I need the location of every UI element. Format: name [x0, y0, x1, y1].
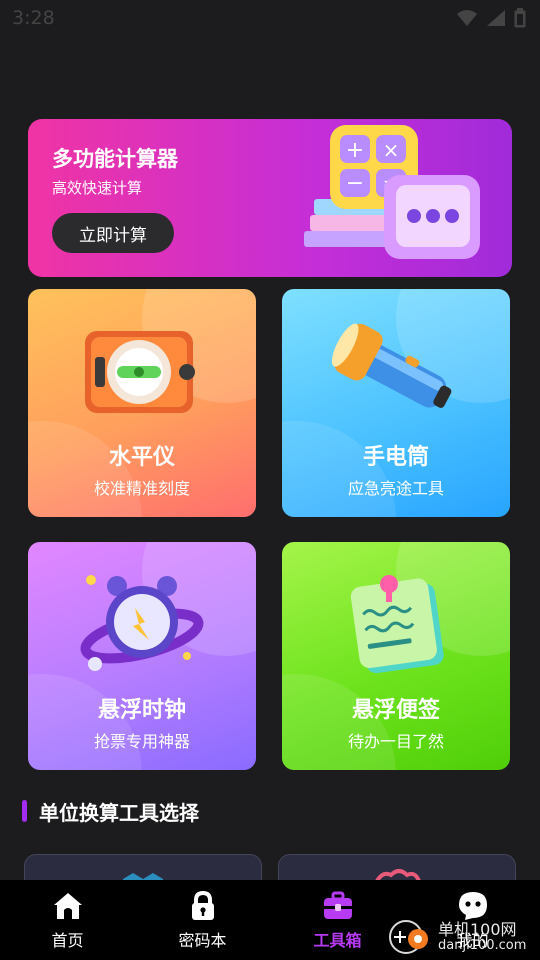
- tool-card-floating-clock[interactable]: 悬浮时钟 抢票专用神器: [28, 542, 256, 770]
- banner-subtitle: 高效快速计算: [52, 179, 143, 197]
- status-bar: 3:28: [0, 0, 540, 36]
- tool-title: 悬浮便签: [351, 698, 440, 723]
- lock-icon: [191, 890, 214, 920]
- wifi-icon: [457, 10, 477, 26]
- status-icons: [456, 8, 526, 28]
- battery-icon: [514, 8, 526, 28]
- tool-subtitle: 应急亮途工具: [347, 479, 444, 498]
- section-accent-bar: [22, 800, 27, 822]
- toolbox-screen: 3:28 多功能计算器 高效快速计算 立即计算 + × − 水平仪 校准精准刻度…: [0, 0, 540, 960]
- svg-text:+: +: [346, 138, 364, 163]
- sticky-note-illustration: [350, 575, 444, 674]
- tool-title: 悬浮时钟: [97, 698, 186, 723]
- banner-title: 多功能计算器: [52, 147, 178, 171]
- tool-title: 水平仪: [108, 445, 175, 470]
- level-gauge-illustration: [85, 331, 195, 413]
- tool-subtitle: 抢票专用神器: [93, 732, 190, 751]
- tool-card-floating-note[interactable]: 悬浮便签 待办一目了然: [282, 542, 510, 770]
- signal-icon: [487, 10, 505, 26]
- calculate-now-button[interactable]: 立即计算: [52, 213, 174, 253]
- nav-label: 首页: [51, 930, 84, 950]
- tool-subtitle: 待办一目了然: [347, 732, 444, 751]
- tool-title: 手电筒: [362, 445, 429, 470]
- watermark-logo-icon: [389, 920, 428, 954]
- nav-item-toolbox[interactable]: 工具箱: [270, 880, 405, 960]
- calculator-banner[interactable]: 多功能计算器 高效快速计算 立即计算 + × − =: [28, 119, 512, 277]
- home-icon: [53, 892, 82, 919]
- section-title: 单位换算工具选择: [39, 800, 199, 825]
- nav-label: 工具箱: [313, 930, 362, 950]
- svg-text:×: ×: [383, 138, 400, 162]
- tool-card-level[interactable]: 水平仪 校准精准刻度: [28, 289, 256, 517]
- nav-label: 密码本: [178, 930, 227, 950]
- status-time: 3:28: [12, 7, 55, 29]
- alarm-clock-illustration: [80, 575, 204, 671]
- nav-item-passwords[interactable]: 密码本: [135, 880, 270, 960]
- watermark-url: danji100.com: [438, 937, 527, 953]
- toolbox-icon: [323, 891, 352, 919]
- watermark-title: 单机100网: [438, 919, 517, 939]
- tool-card-flashlight[interactable]: 手电筒 应急亮途工具: [282, 289, 510, 517]
- calculator-illustration: + × − =: [304, 125, 480, 259]
- nav-item-home[interactable]: 首页: [0, 880, 135, 960]
- unit-conversion-section-header: 单位换算工具选择: [22, 796, 199, 826]
- watermark: 单机100网 danji100.com: [388, 916, 538, 958]
- tool-subtitle: 校准精准刻度: [93, 479, 190, 498]
- svg-text:−: −: [346, 171, 364, 196]
- flashlight-illustration: [331, 323, 452, 408]
